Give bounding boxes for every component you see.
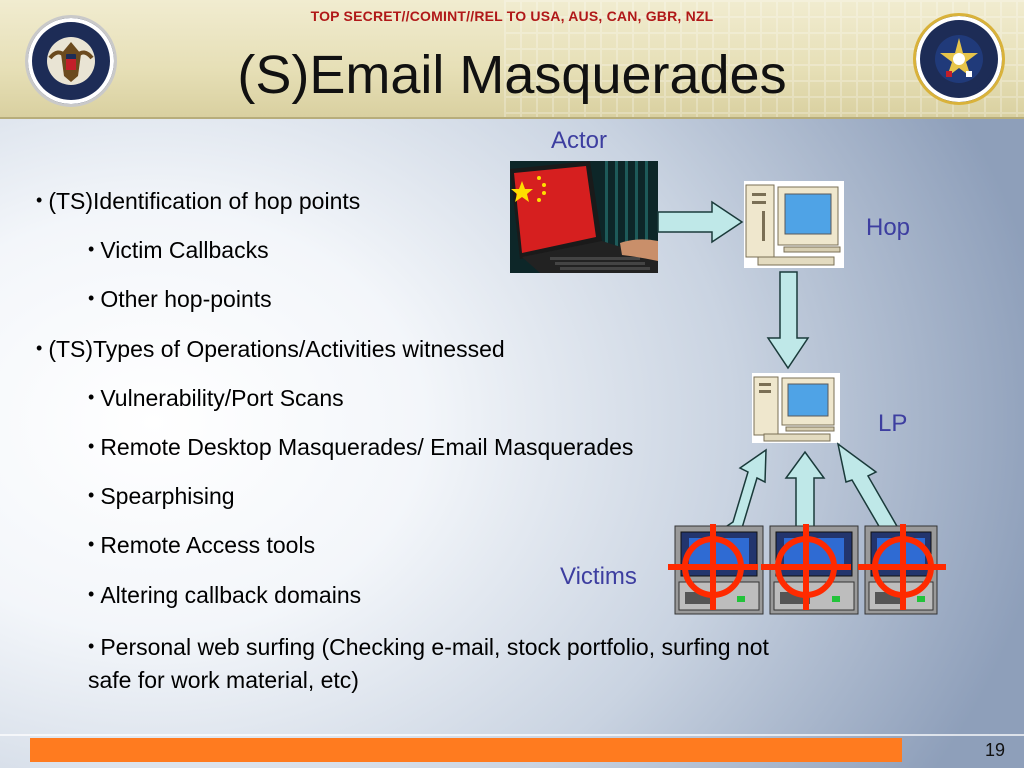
footer-divider xyxy=(0,734,1024,736)
victim-to-lp-arrows xyxy=(721,442,900,529)
hop-computer-icon xyxy=(744,181,844,268)
hop-to-lp-arrow xyxy=(766,271,810,370)
actor-to-hop-arrow xyxy=(657,200,744,244)
footer-bar xyxy=(30,738,902,762)
lp-computer-icon xyxy=(752,373,840,443)
page-number: 19 xyxy=(985,740,1006,760)
network-diagram xyxy=(657,181,946,615)
